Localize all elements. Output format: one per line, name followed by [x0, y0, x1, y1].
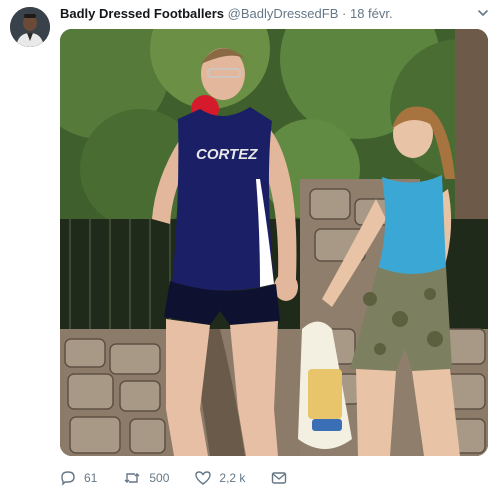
like-count: 2,2 k — [219, 471, 246, 485]
tweet-actions: 61 500 2,2 k — [60, 470, 321, 486]
retweet-button[interactable]: 500 — [123, 470, 169, 486]
separator-dot: · — [342, 6, 347, 21]
reply-icon — [61, 471, 75, 486]
heart-icon — [195, 471, 212, 485]
direct-message-button[interactable] — [271, 470, 295, 486]
avatar[interactable] — [10, 7, 50, 47]
tweet-header: Badly Dressed Footballers @BadlyDressedF… — [60, 6, 470, 22]
envelope-icon — [272, 472, 287, 484]
more-options-chevron-icon[interactable] — [476, 6, 490, 20]
tweet-timestamp[interactable]: 18 févr. — [350, 6, 393, 21]
tweet-photo[interactable]: CORTEZ — [60, 29, 488, 456]
author-name[interactable]: Badly Dressed Footballers — [60, 6, 224, 21]
photo-illustration: CORTEZ — [60, 29, 488, 456]
like-button[interactable]: 2,2 k — [195, 470, 245, 486]
retweet-icon — [124, 473, 140, 483]
reply-button[interactable]: 61 — [60, 470, 97, 486]
author-handle[interactable]: @BadlyDressedFB — [228, 6, 339, 21]
shirt-text: CORTEZ — [196, 146, 258, 163]
reply-count: 61 — [84, 471, 98, 485]
retweet-count: 500 — [149, 471, 170, 485]
